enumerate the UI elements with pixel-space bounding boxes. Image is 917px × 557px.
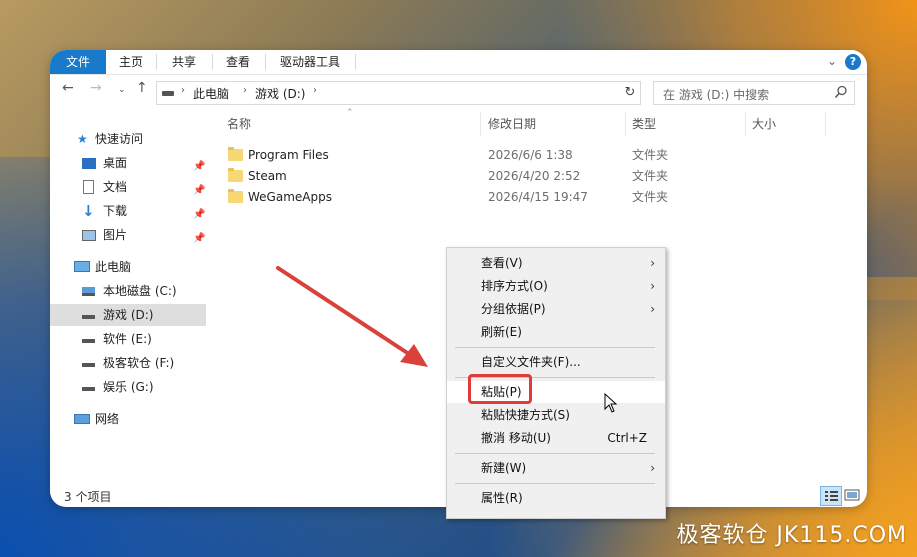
- watermark: 极客软仓 JK115.COM: [676, 523, 907, 548]
- mouse-cursor-icon: [604, 393, 618, 413]
- menu-item-properties[interactable]: 属性(R): [447, 487, 665, 509]
- submenu-chevron-icon: ›: [650, 302, 655, 316]
- submenu-chevron-icon: ›: [650, 461, 655, 475]
- menu-item-paste-shortcut[interactable]: 粘贴快捷方式(S): [447, 404, 665, 426]
- menu-item-sort[interactable]: 排序方式(O) ›: [447, 275, 665, 297]
- menu-item-new[interactable]: 新建(W) ›: [447, 457, 665, 479]
- menu-item-group[interactable]: 分组依据(P) ›: [447, 298, 665, 320]
- submenu-chevron-icon: ›: [650, 256, 655, 270]
- menu-item-refresh[interactable]: 刷新(E): [447, 321, 665, 343]
- submenu-chevron-icon: ›: [650, 279, 655, 293]
- menu-item-view[interactable]: 查看(V) ›: [447, 252, 665, 274]
- menu-item-undo-move[interactable]: 撤消 移动(U) Ctrl+Z: [447, 427, 665, 449]
- paste-highlight-box: [468, 374, 532, 404]
- menu-item-customize-folder[interactable]: 自定义文件夹(F)...: [447, 351, 665, 373]
